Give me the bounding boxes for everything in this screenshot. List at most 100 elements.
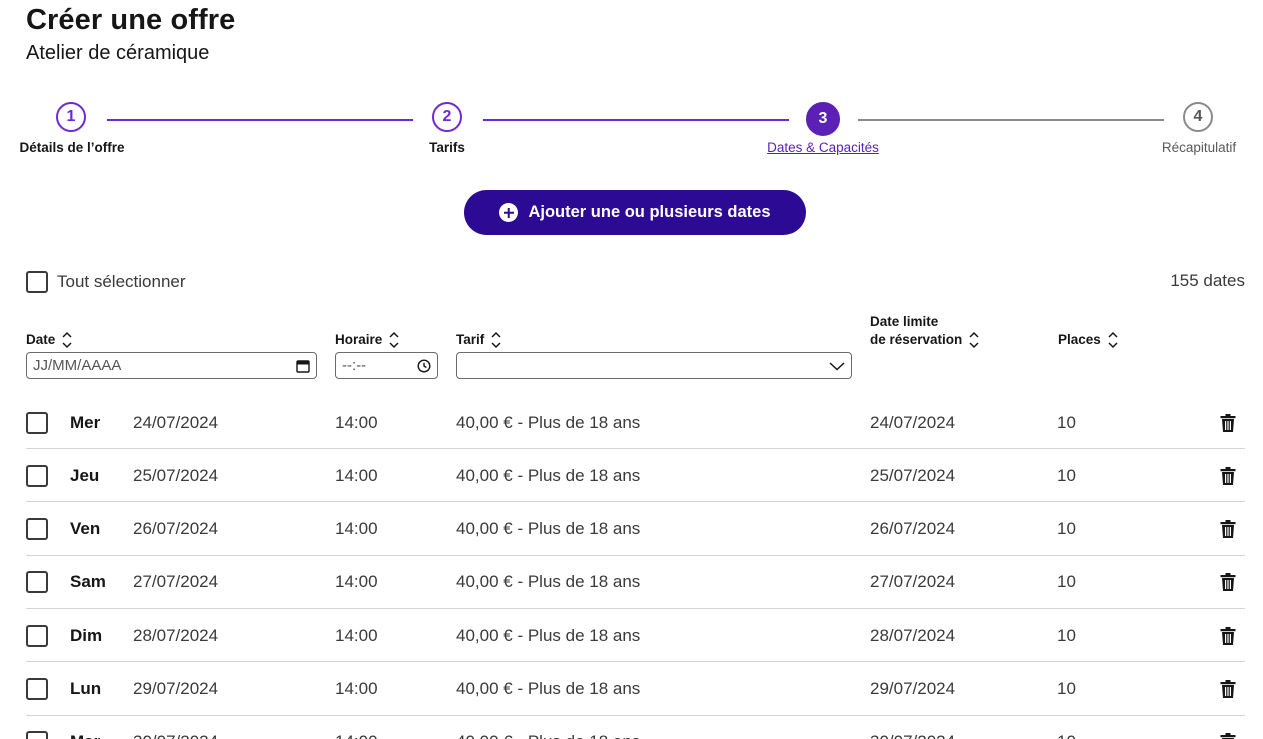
row-price: 40,00 € - Plus de 18 ans: [456, 519, 641, 539]
step-4-circle: 4: [1183, 102, 1213, 132]
row-time: 14:00: [335, 412, 378, 432]
step-4-label: Récapitulatif: [1161, 140, 1237, 155]
table-row: Jeu 25/07/2024 14:00 40,00 € - Plus de 1…: [26, 449, 1245, 503]
row-deadline: 24/07/2024: [870, 412, 956, 432]
table-row: Lun 29/07/2024 14:00 40,00 € - Plus de 1…: [26, 663, 1245, 716]
plus-circle-icon: [499, 203, 519, 222]
add-dates-label: Ajouter une ou plusieurs dates: [528, 203, 771, 221]
row-checkbox[interactable]: [26, 464, 48, 487]
trash-icon[interactable]: [1220, 466, 1236, 485]
row-price: 40,00 € - Plus de 18 ans: [456, 679, 641, 698]
time-filter-input[interactable]: --:--: [335, 352, 438, 379]
table-row: Mer 24/07/2024 14:00 40,00 € - Plus de 1…: [26, 396, 1245, 449]
row-date: 25/07/2024: [133, 465, 219, 485]
step-3-circle[interactable]: 3: [806, 102, 840, 136]
table-row: Mar 30/07/2024 14:00 40,00 € - Plus de 1…: [26, 716, 1245, 739]
sort-icon[interactable]: [490, 330, 502, 350]
page: Créer une offre Atelier de céramique 1 2…: [0, 0, 1263, 739]
trash-icon[interactable]: [1220, 626, 1236, 645]
row-deadline: 29/07/2024: [870, 679, 956, 698]
row-date: 30/07/2024: [133, 732, 218, 739]
select-all[interactable]: Tout sélectionner: [26, 271, 186, 293]
column-deadline-line1: Date limite: [870, 314, 939, 329]
row-places: 10: [1057, 732, 1076, 739]
sort-icon[interactable]: [61, 330, 73, 350]
row-day: Mer: [70, 412, 101, 432]
row-day: Jeu: [70, 465, 100, 485]
row-checkbox[interactable]: [26, 678, 48, 700]
row-price: 40,00 € - Plus de 18 ans: [456, 572, 641, 592]
row-deadline: 25/07/2024: [870, 465, 956, 485]
price-filter-select[interactable]: [456, 352, 852, 379]
row-checkbox[interactable]: [26, 571, 48, 594]
row-places: 10: [1057, 519, 1076, 539]
row-time: 14:00: [335, 679, 378, 698]
row-checkbox[interactable]: [26, 731, 48, 739]
page-subtitle: Atelier de céramique: [26, 42, 210, 64]
row-day: Ven: [70, 519, 101, 539]
trash-icon[interactable]: [1220, 573, 1236, 592]
column-header-price[interactable]: Tarif: [456, 330, 502, 350]
row-deadline: 28/07/2024: [870, 625, 956, 645]
step-2-circle[interactable]: 2: [432, 102, 462, 132]
column-time-label: Horaire: [335, 332, 383, 347]
row-deadline: 30/07/2024: [870, 732, 955, 739]
column-header-time[interactable]: Horaire: [335, 330, 400, 350]
date-filter-input[interactable]: JJ/MM/AAAA: [26, 352, 317, 379]
row-price: 40,00 € - Plus de 18 ans: [456, 412, 641, 432]
row-places: 10: [1057, 679, 1076, 698]
trash-icon[interactable]: [1220, 733, 1236, 739]
trash-icon[interactable]: [1220, 413, 1236, 432]
row-day: Lun: [70, 679, 102, 698]
row-price: 40,00 € - Plus de 18 ans: [456, 465, 641, 485]
step-connector: [107, 119, 413, 121]
row-checkbox[interactable]: [26, 411, 48, 434]
sort-icon[interactable]: [388, 330, 400, 350]
row-checkbox[interactable]: [26, 518, 48, 541]
row-price: 40,00 € - Plus de 18 ans: [456, 732, 640, 739]
table-row: Sam 27/07/2024 14:00 40,00 € - Plus de 1…: [26, 556, 1245, 609]
table-row: Dim 28/07/2024 14:00 40,00 € - Plus de 1…: [26, 609, 1245, 663]
step-1-label[interactable]: Détails de l’offre: [19, 140, 124, 155]
step-1-circle[interactable]: 1: [56, 102, 86, 132]
row-deadline: 26/07/2024: [870, 519, 956, 539]
select-all-label: Tout sélectionner: [57, 272, 186, 291]
step-connector: [483, 119, 789, 121]
row-date: 24/07/2024: [133, 412, 219, 432]
row-time: 14:00: [335, 572, 378, 592]
sort-icon[interactable]: [968, 330, 980, 350]
row-date: 26/07/2024: [133, 519, 219, 539]
table-row: Ven 26/07/2024 14:00 40,00 € - Plus de 1…: [26, 503, 1245, 556]
page-title: Créer une offre: [26, 4, 236, 36]
date-count: 155 dates: [1170, 271, 1245, 290]
column-header-date[interactable]: Date: [26, 330, 73, 350]
row-time: 14:00: [335, 465, 378, 485]
chevron-down-icon: [829, 361, 845, 371]
row-places: 10: [1057, 412, 1076, 432]
add-dates-button[interactable]: Ajouter une ou plusieurs dates: [464, 190, 806, 235]
date-filter-placeholder: JJ/MM/AAAA: [33, 357, 122, 374]
column-date-label: Date: [26, 332, 56, 347]
row-day: Sam: [70, 572, 106, 592]
column-header-deadline[interactable]: Date limite de réservation: [870, 312, 980, 350]
sort-icon[interactable]: [1107, 330, 1119, 350]
select-all-checkbox[interactable]: [26, 271, 48, 293]
step-2-label[interactable]: Tarifs: [429, 140, 465, 155]
trash-icon[interactable]: [1220, 680, 1236, 699]
row-date: 28/07/2024: [133, 625, 219, 645]
step-3-label[interactable]: Dates & Capacités: [767, 140, 879, 155]
column-header-places[interactable]: Places: [1058, 330, 1119, 350]
trash-icon[interactable]: [1220, 520, 1236, 539]
row-places: 10: [1057, 572, 1076, 592]
row-time: 14:00: [335, 732, 378, 739]
row-day: Dim: [70, 625, 103, 645]
step-connector: [858, 119, 1164, 121]
clock-icon[interactable]: [417, 358, 431, 373]
row-checkbox[interactable]: [26, 624, 48, 647]
calendar-icon[interactable]: [296, 359, 310, 373]
column-price-label: Tarif: [456, 332, 485, 347]
row-date: 27/07/2024: [133, 572, 219, 592]
row-places: 10: [1057, 465, 1076, 485]
column-places-label: Places: [1058, 332, 1101, 347]
row-places: 10: [1057, 625, 1076, 645]
